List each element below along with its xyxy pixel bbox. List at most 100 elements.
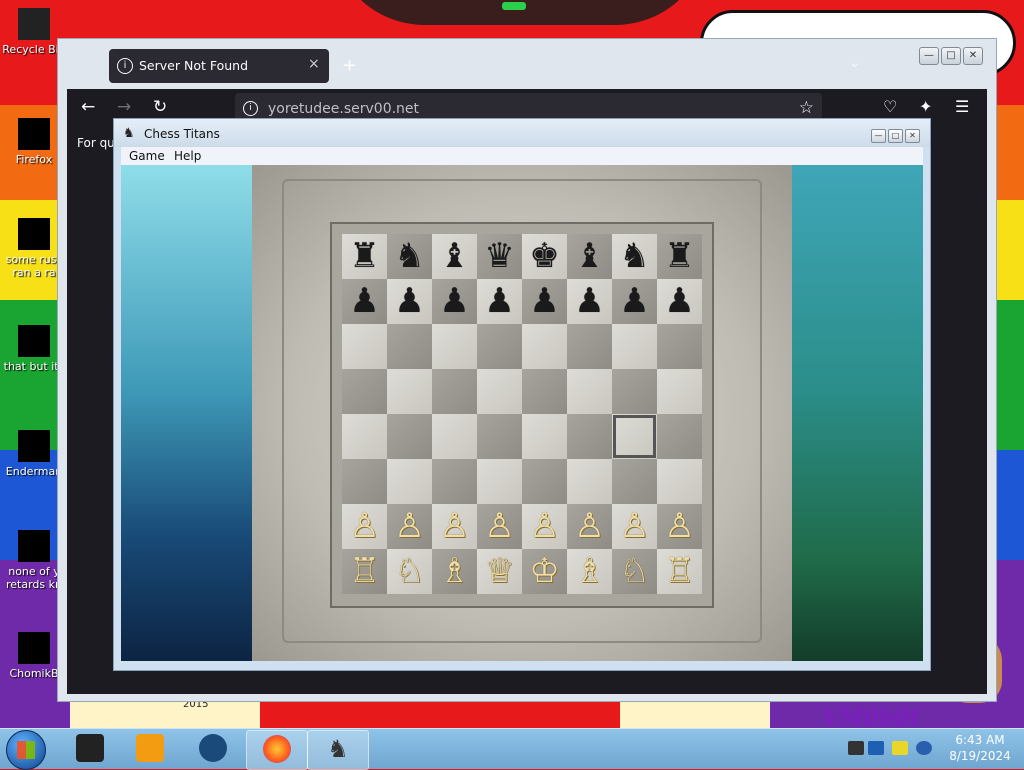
chess-piece[interactable]: ♘ (394, 549, 424, 594)
board-square[interactable]: ♔ (522, 549, 567, 594)
chess-piece[interactable]: ♟ (574, 279, 604, 324)
board-square[interactable] (432, 369, 477, 414)
board-square[interactable] (657, 414, 702, 459)
board-square[interactable] (387, 414, 432, 459)
chess-maximize-button[interactable]: □ (888, 129, 903, 143)
url-text[interactable]: yoretudee.serv00.net (268, 101, 419, 117)
board-square[interactable] (342, 369, 387, 414)
board-square[interactable]: ♖ (342, 549, 387, 594)
taskbar-item-browser[interactable] (183, 730, 243, 768)
board-square[interactable]: ♟ (522, 279, 567, 324)
board-square[interactable] (342, 324, 387, 369)
chess-title-bar[interactable]: ♞ Chess Titans — □ ✕ (114, 119, 930, 147)
board-square[interactable] (477, 414, 522, 459)
board-square[interactable]: ♚ (522, 234, 567, 279)
board-square[interactable]: ♜ (342, 234, 387, 279)
board-square[interactable] (387, 369, 432, 414)
chess-piece[interactable]: ♖ (664, 549, 694, 594)
back-arrow-icon[interactable]: ← (81, 97, 95, 117)
board-square[interactable] (432, 324, 477, 369)
board-square[interactable]: ♝ (432, 234, 477, 279)
bookmark-star-icon[interactable]: ☆ (799, 98, 814, 118)
board-square[interactable] (342, 459, 387, 504)
reload-icon[interactable]: ↻ (153, 97, 167, 117)
board-square[interactable]: ♛ (477, 234, 522, 279)
chess-minimize-button[interactable]: — (871, 129, 886, 143)
extensions-icon[interactable]: ✦ (919, 97, 932, 116)
taskbar-item-desktop[interactable] (60, 730, 120, 768)
board-square[interactable]: ♞ (387, 234, 432, 279)
board-square[interactable] (657, 324, 702, 369)
chess-piece[interactable]: ♟ (619, 279, 649, 324)
board-square[interactable]: ♙ (567, 504, 612, 549)
chess-piece[interactable]: ♟ (394, 279, 424, 324)
board-square[interactable] (342, 414, 387, 459)
chess-piece[interactable]: ♙ (664, 504, 694, 549)
chess-piece[interactable]: ♔ (529, 549, 559, 594)
board-square[interactable]: ♗ (567, 549, 612, 594)
board-square[interactable] (432, 459, 477, 504)
board-square[interactable]: ♟ (657, 279, 702, 324)
board-square[interactable]: ♘ (387, 549, 432, 594)
board-square[interactable] (432, 414, 477, 459)
start-button[interactable] (6, 730, 46, 770)
tray-volume-icon[interactable] (916, 741, 932, 755)
maximize-button[interactable]: □ (941, 47, 961, 65)
board-square[interactable]: ♟ (567, 279, 612, 324)
board-square[interactable]: ♖ (657, 549, 702, 594)
board-square[interactable]: ♙ (477, 504, 522, 549)
chess-piece[interactable]: ♟ (529, 279, 559, 324)
board-square[interactable] (477, 369, 522, 414)
forward-arrow-icon[interactable]: → (117, 97, 131, 117)
chess-piece[interactable]: ♘ (619, 549, 649, 594)
chess-piece[interactable]: ♚ (529, 234, 559, 279)
board-square[interactable]: ♙ (522, 504, 567, 549)
board-square[interactable] (522, 459, 567, 504)
chess-piece[interactable]: ♝ (574, 234, 604, 279)
chess-piece[interactable]: ♖ (349, 549, 379, 594)
board-square[interactable] (567, 369, 612, 414)
board-square[interactable]: ♝ (567, 234, 612, 279)
taskbar-item-media-player[interactable] (120, 730, 180, 768)
board-square[interactable] (567, 324, 612, 369)
chess-piece[interactable]: ♙ (484, 504, 514, 549)
board-square[interactable]: ♙ (432, 504, 477, 549)
chess-piece[interactable]: ♗ (439, 549, 469, 594)
board-square[interactable] (657, 369, 702, 414)
board-square[interactable] (612, 369, 657, 414)
close-button[interactable]: ✕ (963, 47, 983, 65)
board-square[interactable] (567, 414, 612, 459)
clock[interactable]: 6:43 AM 8/19/2024 (940, 732, 1020, 764)
chess-piece[interactable]: ♞ (394, 234, 424, 279)
taskbar-item-firefox[interactable] (246, 730, 308, 770)
board-square[interactable]: ♞ (612, 234, 657, 279)
menu-help[interactable]: Help (174, 149, 201, 163)
board-square[interactable] (612, 414, 657, 459)
board-square[interactable] (522, 369, 567, 414)
board-square[interactable] (387, 324, 432, 369)
chess-piece[interactable]: ♜ (349, 234, 379, 279)
tab-close-button[interactable]: × (308, 56, 320, 72)
chess-piece[interactable]: ♙ (619, 504, 649, 549)
chess-piece[interactable]: ♕ (484, 549, 514, 594)
board-square[interactable]: ♜ (657, 234, 702, 279)
board-square[interactable]: ♙ (612, 504, 657, 549)
board-square[interactable] (522, 324, 567, 369)
board-square[interactable]: ♟ (612, 279, 657, 324)
board-square[interactable] (477, 459, 522, 504)
board-square[interactable]: ♟ (342, 279, 387, 324)
chess-piece[interactable]: ♙ (574, 504, 604, 549)
chess-close-button[interactable]: ✕ (905, 129, 920, 143)
tray-flag-icon[interactable] (892, 741, 908, 755)
board-square[interactable]: ♕ (477, 549, 522, 594)
minimize-button[interactable]: — (919, 47, 939, 65)
board-square[interactable]: ♘ (612, 549, 657, 594)
board-square[interactable]: ♟ (387, 279, 432, 324)
menu-game[interactable]: Game (129, 149, 165, 163)
board-square[interactable] (657, 459, 702, 504)
browser-tab[interactable]: i Server Not Found × (109, 49, 329, 83)
board-square[interactable]: ♙ (657, 504, 702, 549)
tray-network-icon[interactable] (868, 741, 884, 755)
tab-list-chevron-icon[interactable]: ⌄ (849, 55, 861, 71)
board-square[interactable] (612, 324, 657, 369)
